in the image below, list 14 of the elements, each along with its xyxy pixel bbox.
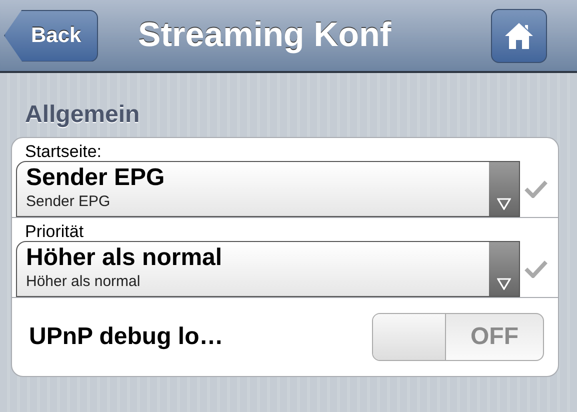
field-label: Priorität bbox=[25, 222, 85, 241]
dropdown-field[interactable]: Höher als normal Höher als normal bbox=[16, 241, 520, 297]
screen-title: Streaming Konf bbox=[138, 16, 392, 55]
checkmark-icon bbox=[524, 260, 548, 278]
home-button[interactable] bbox=[490, 8, 547, 62]
section-header: Allgemein bbox=[25, 101, 141, 129]
dropdown-arrow-icon bbox=[497, 278, 511, 290]
setting-label: UPnP debug lo… bbox=[29, 323, 224, 351]
house-icon bbox=[504, 22, 534, 50]
checkmark-icon bbox=[524, 180, 548, 198]
dropdown-arrow-icon bbox=[497, 198, 511, 210]
back-button[interactable]: Back bbox=[4, 10, 98, 62]
dropdown-field[interactable]: Sender EPG Sender EPG bbox=[16, 161, 520, 217]
field-label: Startseite: bbox=[25, 142, 103, 161]
